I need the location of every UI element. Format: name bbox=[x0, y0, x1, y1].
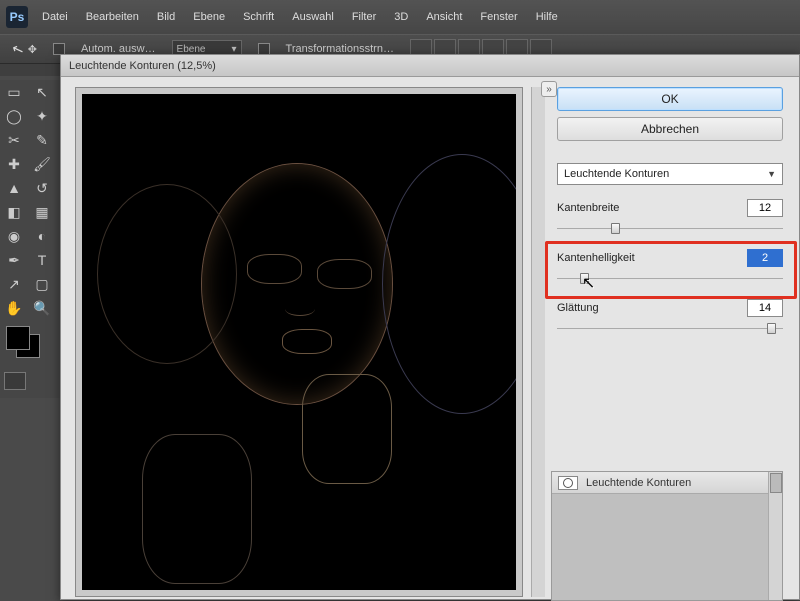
kantenhelligkeit-slider[interactable]: ↖ bbox=[557, 271, 783, 285]
path-tool-icon[interactable]: ↗ bbox=[0, 272, 28, 296]
app-logo: Ps bbox=[6, 6, 28, 28]
glaettung-label: Glättung bbox=[557, 302, 599, 314]
crop-tool-icon[interactable]: ✂ bbox=[0, 128, 28, 152]
blur-tool-icon[interactable]: ◉ bbox=[0, 224, 28, 248]
preview-scrollbar[interactable] bbox=[531, 87, 545, 597]
quick-mask-button[interactable] bbox=[4, 372, 26, 390]
dodge-tool-icon[interactable]: ◐ bbox=[28, 224, 56, 248]
gradient-tool-icon[interactable]: ▦ bbox=[28, 200, 56, 224]
effect-layers-panel: Leuchtende Konturen bbox=[551, 471, 783, 601]
lasso-tool-icon[interactable]: ◯ bbox=[0, 104, 28, 128]
menu-bar: Ps Datei Bearbeiten Bild Ebene Schrift A… bbox=[0, 0, 800, 34]
zoom-tool-icon[interactable]: 🔍 bbox=[28, 296, 56, 320]
chevron-down-icon: ▼ bbox=[767, 169, 776, 179]
menu-ebene[interactable]: Ebene bbox=[193, 11, 225, 23]
glaettung-input[interactable]: 14 bbox=[747, 299, 783, 317]
visibility-toggle-icon[interactable] bbox=[558, 476, 578, 490]
menu-filter[interactable]: Filter bbox=[352, 11, 376, 23]
menu-bearbeiten[interactable]: Bearbeiten bbox=[86, 11, 139, 23]
filter-select-dropdown[interactable]: Leuchtende Konturen ▼ bbox=[557, 163, 783, 185]
toolbox: ▭↖ ◯✦ ✂✎ ✚🖌 ▲↺ ◧▦ ◉◐ ✒T ↗▢ ✋🔍 bbox=[0, 80, 60, 398]
dialog-titlebar: Leuchtende Konturen (12,5%) bbox=[61, 55, 799, 77]
brush-tool-icon[interactable]: 🖌 bbox=[28, 152, 56, 176]
type-tool-icon[interactable]: T bbox=[28, 248, 56, 272]
pen-tool-icon[interactable]: ✒ bbox=[0, 248, 28, 272]
menu-hilfe[interactable]: Hilfe bbox=[536, 11, 558, 23]
effect-layers-body bbox=[552, 494, 782, 600]
menu-3d[interactable]: 3D bbox=[394, 11, 408, 23]
menu-auswahl[interactable]: Auswahl bbox=[292, 11, 334, 23]
stamp-tool-icon[interactable]: ▲ bbox=[0, 176, 28, 200]
kantenbreite-slider[interactable] bbox=[557, 221, 783, 235]
marquee-tool-icon[interactable]: ▭ bbox=[0, 80, 28, 104]
collapse-thumbnails-button[interactable]: » bbox=[541, 81, 557, 97]
effect-layers-scrollbar[interactable] bbox=[768, 472, 782, 600]
tutorial-highlight bbox=[545, 241, 797, 299]
preview-area bbox=[61, 77, 531, 601]
history-brush-icon[interactable]: ↺ bbox=[28, 176, 56, 200]
move-tool-icon[interactable]: ↖ bbox=[28, 80, 56, 104]
dialog-title: Leuchtende Konturen (12,5%) bbox=[69, 60, 216, 72]
filter-select-value: Leuchtende Konturen bbox=[564, 168, 669, 180]
effect-layer-name[interactable]: Leuchtende Konturen bbox=[586, 477, 691, 489]
move-tool-indicator: ↖✥ bbox=[12, 41, 37, 58]
menu-bild[interactable]: Bild bbox=[157, 11, 175, 23]
shape-tool-icon[interactable]: ▢ bbox=[28, 272, 56, 296]
kantenbreite-input[interactable]: 12 bbox=[747, 199, 783, 217]
kantenbreite-label: Kantenbreite bbox=[557, 202, 619, 214]
color-swatches[interactable] bbox=[0, 320, 60, 364]
eraser-tool-icon[interactable]: ◧ bbox=[0, 200, 28, 224]
cancel-button[interactable]: Abbrechen bbox=[557, 117, 783, 141]
wand-tool-icon[interactable]: ✦ bbox=[28, 104, 56, 128]
ok-button[interactable]: OK bbox=[557, 87, 783, 111]
param-kantenbreite: Kantenbreite 12 bbox=[557, 199, 783, 217]
preview-canvas[interactable] bbox=[82, 94, 516, 590]
filter-settings-pane: » OK Abbrechen Leuchtende Konturen ▼ Kan… bbox=[545, 77, 799, 601]
menu-ansicht[interactable]: Ansicht bbox=[426, 11, 462, 23]
menu-fenster[interactable]: Fenster bbox=[480, 11, 517, 23]
menu-schrift[interactable]: Schrift bbox=[243, 11, 274, 23]
hand-tool-icon[interactable]: ✋ bbox=[0, 296, 28, 320]
menu-datei[interactable]: Datei bbox=[42, 11, 68, 23]
filter-gallery-dialog: Leuchtende Konturen (12,5%) » OK Abbrech… bbox=[60, 54, 800, 600]
eyedropper-tool-icon[interactable]: ✎ bbox=[28, 128, 56, 152]
glaettung-slider[interactable] bbox=[557, 321, 783, 335]
param-glaettung: Glättung 14 bbox=[557, 299, 783, 317]
heal-tool-icon[interactable]: ✚ bbox=[0, 152, 28, 176]
